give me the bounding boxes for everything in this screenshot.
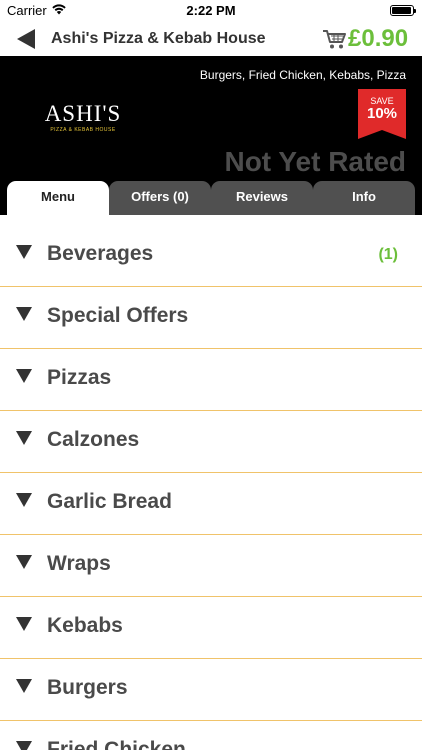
category-row-fried-chicken[interactable]: Fried Chicken [0,721,422,750]
discount-badge: SAVE 10% [358,89,406,139]
category-label: Beverages [47,242,154,265]
nav-bar: Ashi's Pizza & Kebab House £0.90 [0,20,422,56]
rating-status: Not Yet Rated [224,146,406,177]
triangle-down-icon [16,679,32,693]
triangle-down-icon [16,245,32,259]
logo-tagline: PIZZA & KEBAB HOUSE [50,127,116,133]
tab-offers[interactable]: Offers (0) [109,181,211,215]
category-label: Special Offers [47,304,189,327]
status-bar: Carrier 2:22 PM [0,0,422,20]
category-label: Pizzas [47,366,112,389]
tab-menu[interactable]: Menu [7,181,109,215]
shopping-cart-icon[interactable] [322,29,346,50]
restaurant-logo: ASHI'S PIZZA & KEBAB HOUSE [38,102,128,138]
status-time: 2:22 PM [186,3,236,18]
category-row-pizzas[interactable]: Pizzas [0,349,422,411]
category-label: Wraps [47,552,111,575]
restaurant-header: Burgers, Fried Chicken, Kebabs, Pizza AS… [0,56,422,215]
category-row-garlic-bread[interactable]: Garlic Bread [0,473,422,535]
category-row-beverages[interactable]: Beverages (1) [0,225,422,287]
triangle-down-icon [16,741,32,750]
tab-bar: Menu Offers (0) Reviews Info [7,181,415,215]
triangle-down-icon [16,369,32,383]
back-arrow-icon[interactable] [15,28,37,50]
battery-icon [390,5,416,16]
triangle-down-icon [16,431,32,445]
cart-total[interactable]: £0.90 [348,25,408,53]
category-label: Garlic Bread [47,490,172,513]
save-percent: 10% [366,105,398,122]
category-label: Calzones [47,428,140,451]
triangle-down-icon [16,307,32,321]
category-row-special-offers[interactable]: Special Offers [0,287,422,349]
category-row-burgers[interactable]: Burgers [0,659,422,721]
triangle-down-icon [16,555,32,569]
category-item-count: (1) [378,246,398,263]
cuisines-label: Burgers, Fried Chicken, Kebabs, Pizza [199,68,406,82]
category-row-wraps[interactable]: Wraps [0,535,422,597]
menu-category-list: Beverages (1) Special Offers Pizzas Calz… [0,225,422,750]
category-label: Burgers [47,676,128,699]
category-row-calzones[interactable]: Calzones [0,411,422,473]
triangle-down-icon [16,493,32,507]
restaurant-title: Ashi's Pizza & Kebab House [51,30,266,47]
category-label: Kebabs [47,614,123,637]
tab-reviews[interactable]: Reviews [211,181,313,215]
logo-wordmark: ASHI'S [44,101,122,126]
triangle-down-icon [16,617,32,631]
tab-info[interactable]: Info [313,181,415,215]
category-label: Fried Chicken [47,738,186,750]
category-row-kebabs[interactable]: Kebabs [0,597,422,659]
